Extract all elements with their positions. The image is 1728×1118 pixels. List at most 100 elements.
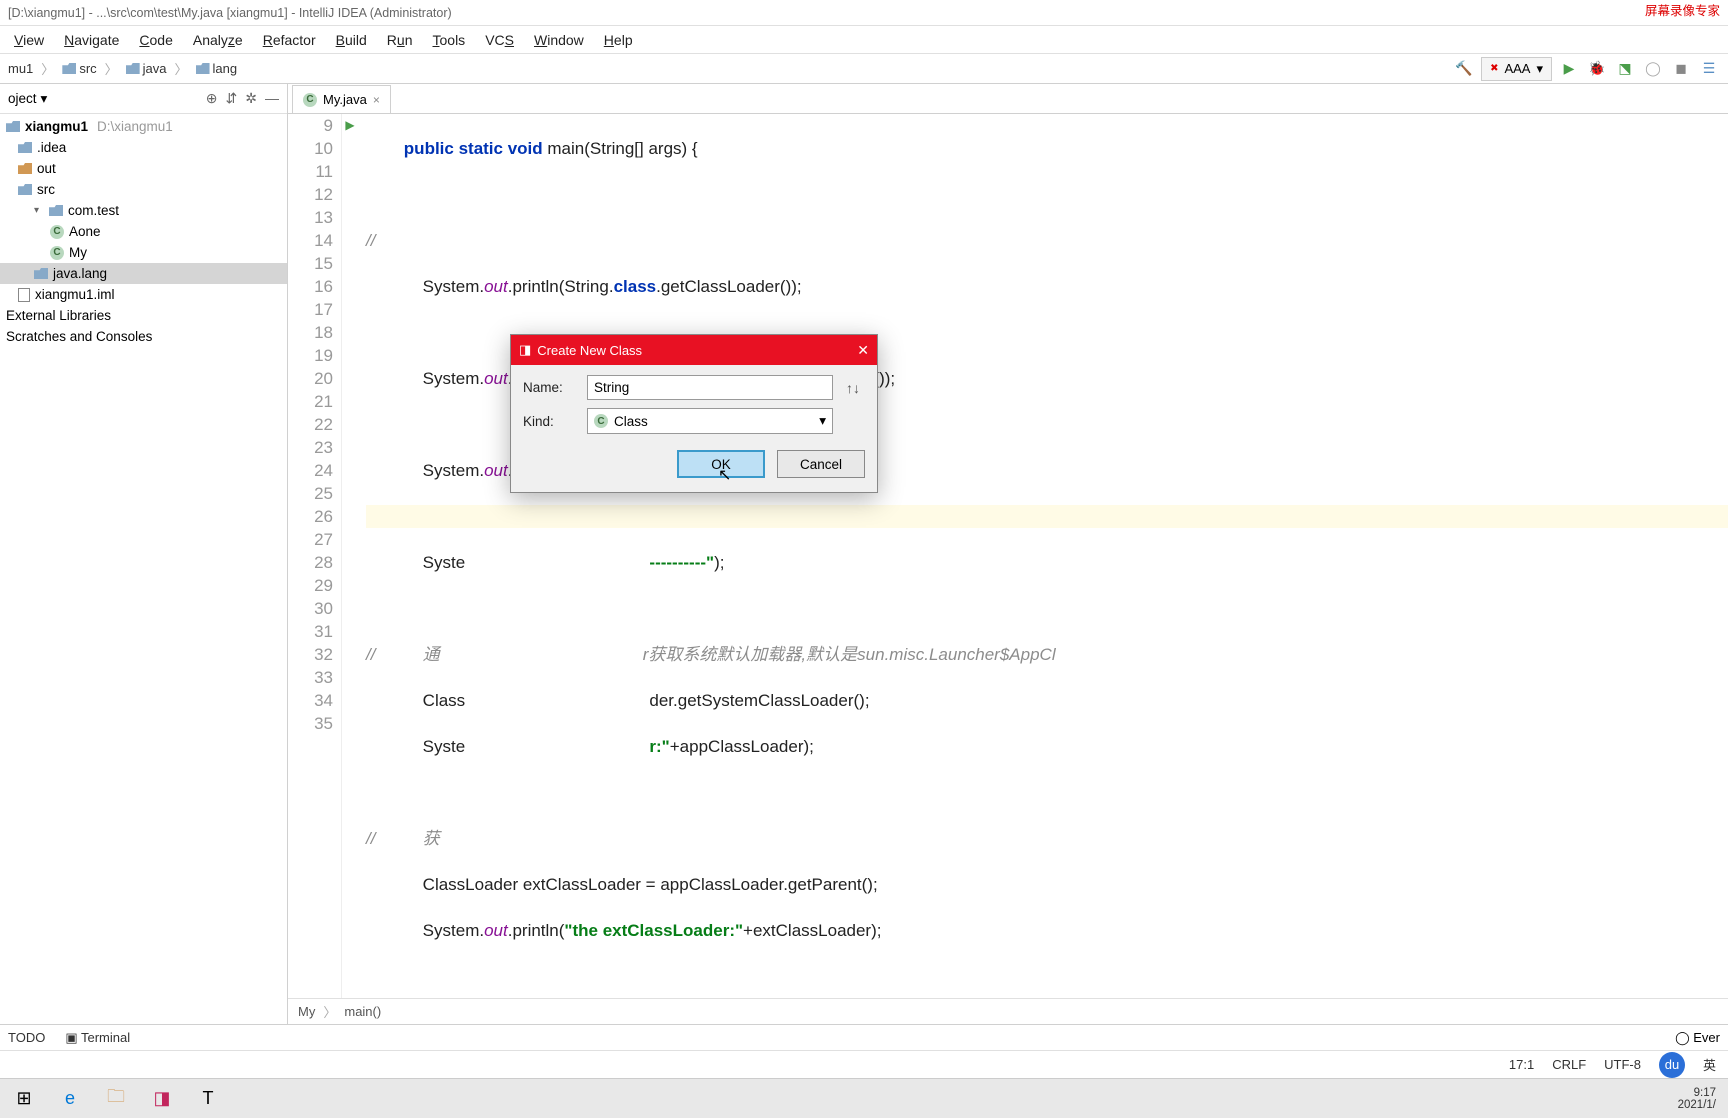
gear-icon[interactable]: ✲ — [245, 90, 257, 107]
nav-class[interactable]: My — [298, 1004, 315, 1019]
chevron-down-icon: ▾ — [34, 205, 44, 216]
breadcrumb-project[interactable]: mu1 — [4, 59, 37, 78]
tree-my[interactable]: CMy — [0, 242, 287, 263]
menu-navigate[interactable]: Navigate — [54, 28, 129, 52]
code-content[interactable]: public static void main(String[] args) {… — [358, 114, 1728, 998]
terminal-tab[interactable]: ▣ Terminal — [65, 1030, 130, 1046]
menu-help[interactable]: Help — [594, 28, 643, 52]
tree-aone[interactable]: CAone — [0, 221, 287, 242]
tab-label: My.java — [323, 92, 367, 107]
edge-icon[interactable]: e — [54, 1083, 86, 1115]
close-icon[interactable]: × — [373, 93, 380, 107]
code-editor[interactable]: 910 1112 1314 1516 1718 1920 2122 2324 2… — [288, 114, 1728, 998]
breadcrumb: mu1 〉 src 〉 java 〉 lang — [4, 59, 241, 78]
breadcrumb-lang[interactable]: lang — [192, 59, 242, 78]
toolbar: mu1 〉 src 〉 java 〉 lang 🔨 ✖ AAA ▾ ▶ 🐞 ⬔ … — [0, 54, 1728, 84]
menu-code[interactable]: Code — [129, 28, 182, 52]
tree-idea[interactable]: .idea — [0, 137, 287, 158]
name-input[interactable] — [587, 375, 833, 400]
run-config-select[interactable]: ✖ AAA ▾ — [1481, 57, 1552, 81]
baidu-icon[interactable]: du — [1659, 1052, 1685, 1078]
chevron-down-icon: ▾ — [1536, 61, 1543, 77]
tree-comtest[interactable]: ▾com.test — [0, 200, 287, 221]
editor-breadcrumb: My 〉 main() — [288, 998, 1728, 1024]
run-button[interactable]: ▶ — [1558, 58, 1580, 80]
run-icon[interactable]: ▶ — [342, 114, 358, 137]
menu-run[interactable]: Run — [377, 28, 423, 52]
sidebar-title[interactable]: oject — [8, 91, 37, 106]
collapse-icon[interactable]: ⇵ — [226, 90, 238, 107]
structure-button[interactable]: ☰ — [1698, 58, 1720, 80]
name-label: Name: — [523, 380, 579, 395]
menu-view[interactable]: View — [4, 28, 54, 52]
line-ending[interactable]: CRLF — [1552, 1057, 1586, 1072]
tab-myjava[interactable]: C My.java × — [292, 85, 391, 113]
folder-icon — [18, 163, 32, 174]
dialog-title: Create New Class — [537, 343, 642, 358]
hide-icon[interactable]: — — [265, 90, 279, 107]
encoding[interactable]: UTF-8 — [1604, 1057, 1641, 1072]
taskview-button[interactable]: ⊞ — [8, 1083, 40, 1115]
chevron-down-icon[interactable]: ▾ — [41, 91, 48, 107]
ok-button[interactable]: OK — [677, 450, 765, 478]
menu-build[interactable]: Build — [326, 28, 377, 52]
class-icon: C — [303, 93, 317, 107]
tree-src[interactable]: src — [0, 179, 287, 200]
menu-window[interactable]: Window — [524, 28, 594, 52]
text-icon[interactable]: T — [192, 1083, 224, 1115]
profile-button[interactable]: ◯ — [1642, 58, 1664, 80]
menu-analyze[interactable]: Analyze — [183, 28, 253, 52]
breadcrumb-src[interactable]: src — [58, 59, 100, 78]
cancel-button[interactable]: Cancel — [777, 450, 865, 478]
kind-select[interactable]: C Class ▾ — [587, 408, 833, 434]
class-icon: C — [50, 225, 64, 239]
title-bar: [D:\xiangmu1] - ...\src\com\test\My.java… — [0, 0, 1728, 26]
tree-scratches[interactable]: Scratches and Consoles — [0, 326, 287, 347]
menu-refactor[interactable]: Refactor — [253, 28, 326, 52]
taskbar: ⊞ e 🗀 ◨ T 9:17 2021/1/ — [0, 1078, 1728, 1118]
create-class-dialog: ◨ Create New Class ✕ Name: ↑↓ Kind: C Cl… — [510, 334, 878, 493]
tree-project-root[interactable]: xiangmu1 D:\xiangmu1 — [0, 116, 287, 137]
error-icon: ✖ — [1490, 63, 1498, 74]
menu-tools[interactable]: Tools — [423, 28, 476, 52]
class-icon: C — [594, 414, 608, 428]
editor-tabs: C My.java × — [288, 84, 1728, 114]
sort-icon[interactable]: ↑↓ — [841, 380, 865, 396]
coverage-button[interactable]: ⬔ — [1614, 58, 1636, 80]
nav-method[interactable]: main() — [344, 1004, 381, 1019]
file-icon — [18, 288, 30, 302]
folder-icon — [196, 63, 210, 74]
tree-out[interactable]: out — [0, 158, 287, 179]
project-sidebar: oject ▾ ⊕ ⇵ ✲ — xiangmu1 D:\xiangmu1 .id… — [0, 84, 288, 1024]
run-config-name: AAA — [1504, 61, 1530, 76]
close-icon[interactable]: ✕ — [857, 342, 869, 359]
menu-bar: View Navigate Code Analyze Refactor Buil… — [0, 26, 1728, 54]
build-button[interactable]: 🔨 — [1453, 58, 1475, 80]
tree-external-libs[interactable]: External Libraries — [0, 305, 287, 326]
run-gutter: ▶ — [342, 114, 358, 998]
clock[interactable]: 9:17 2021/1/ — [1678, 1087, 1720, 1111]
bottom-bar: TODO ▣ Terminal ◯ Ever — [0, 1024, 1728, 1050]
folder-icon — [18, 142, 32, 153]
stop-button[interactable]: ◼ — [1670, 58, 1692, 80]
intellij-icon[interactable]: ◨ — [146, 1083, 178, 1115]
folder-icon — [62, 63, 76, 74]
menu-vcs[interactable]: VCS — [475, 28, 524, 52]
tree-javalang[interactable]: java.lang — [0, 263, 287, 284]
tree-iml[interactable]: xiangmu1.iml — [0, 284, 287, 305]
debug-button[interactable]: 🐞 — [1586, 58, 1608, 80]
chevron-down-icon: ▾ — [819, 413, 826, 429]
eventlog-tab[interactable]: ◯ Ever — [1675, 1030, 1720, 1045]
ime-indicator[interactable]: 英 — [1703, 1055, 1716, 1074]
folder-icon — [18, 184, 32, 195]
caret-position: 17:1 — [1509, 1057, 1534, 1072]
package-icon — [34, 268, 48, 279]
breadcrumb-java[interactable]: java — [122, 59, 171, 78]
todo-tab[interactable]: TODO — [8, 1030, 45, 1046]
watermark: 屏幕录像专家 — [1645, 0, 1720, 19]
toolbar-right: 🔨 ✖ AAA ▾ ▶ 🐞 ⬔ ◯ ◼ ☰ — [1453, 57, 1724, 81]
dialog-titlebar[interactable]: ◨ Create New Class ✕ — [511, 335, 877, 365]
folder-icon — [6, 121, 20, 132]
target-icon[interactable]: ⊕ — [206, 90, 218, 107]
explorer-icon[interactable]: 🗀 — [100, 1083, 132, 1115]
